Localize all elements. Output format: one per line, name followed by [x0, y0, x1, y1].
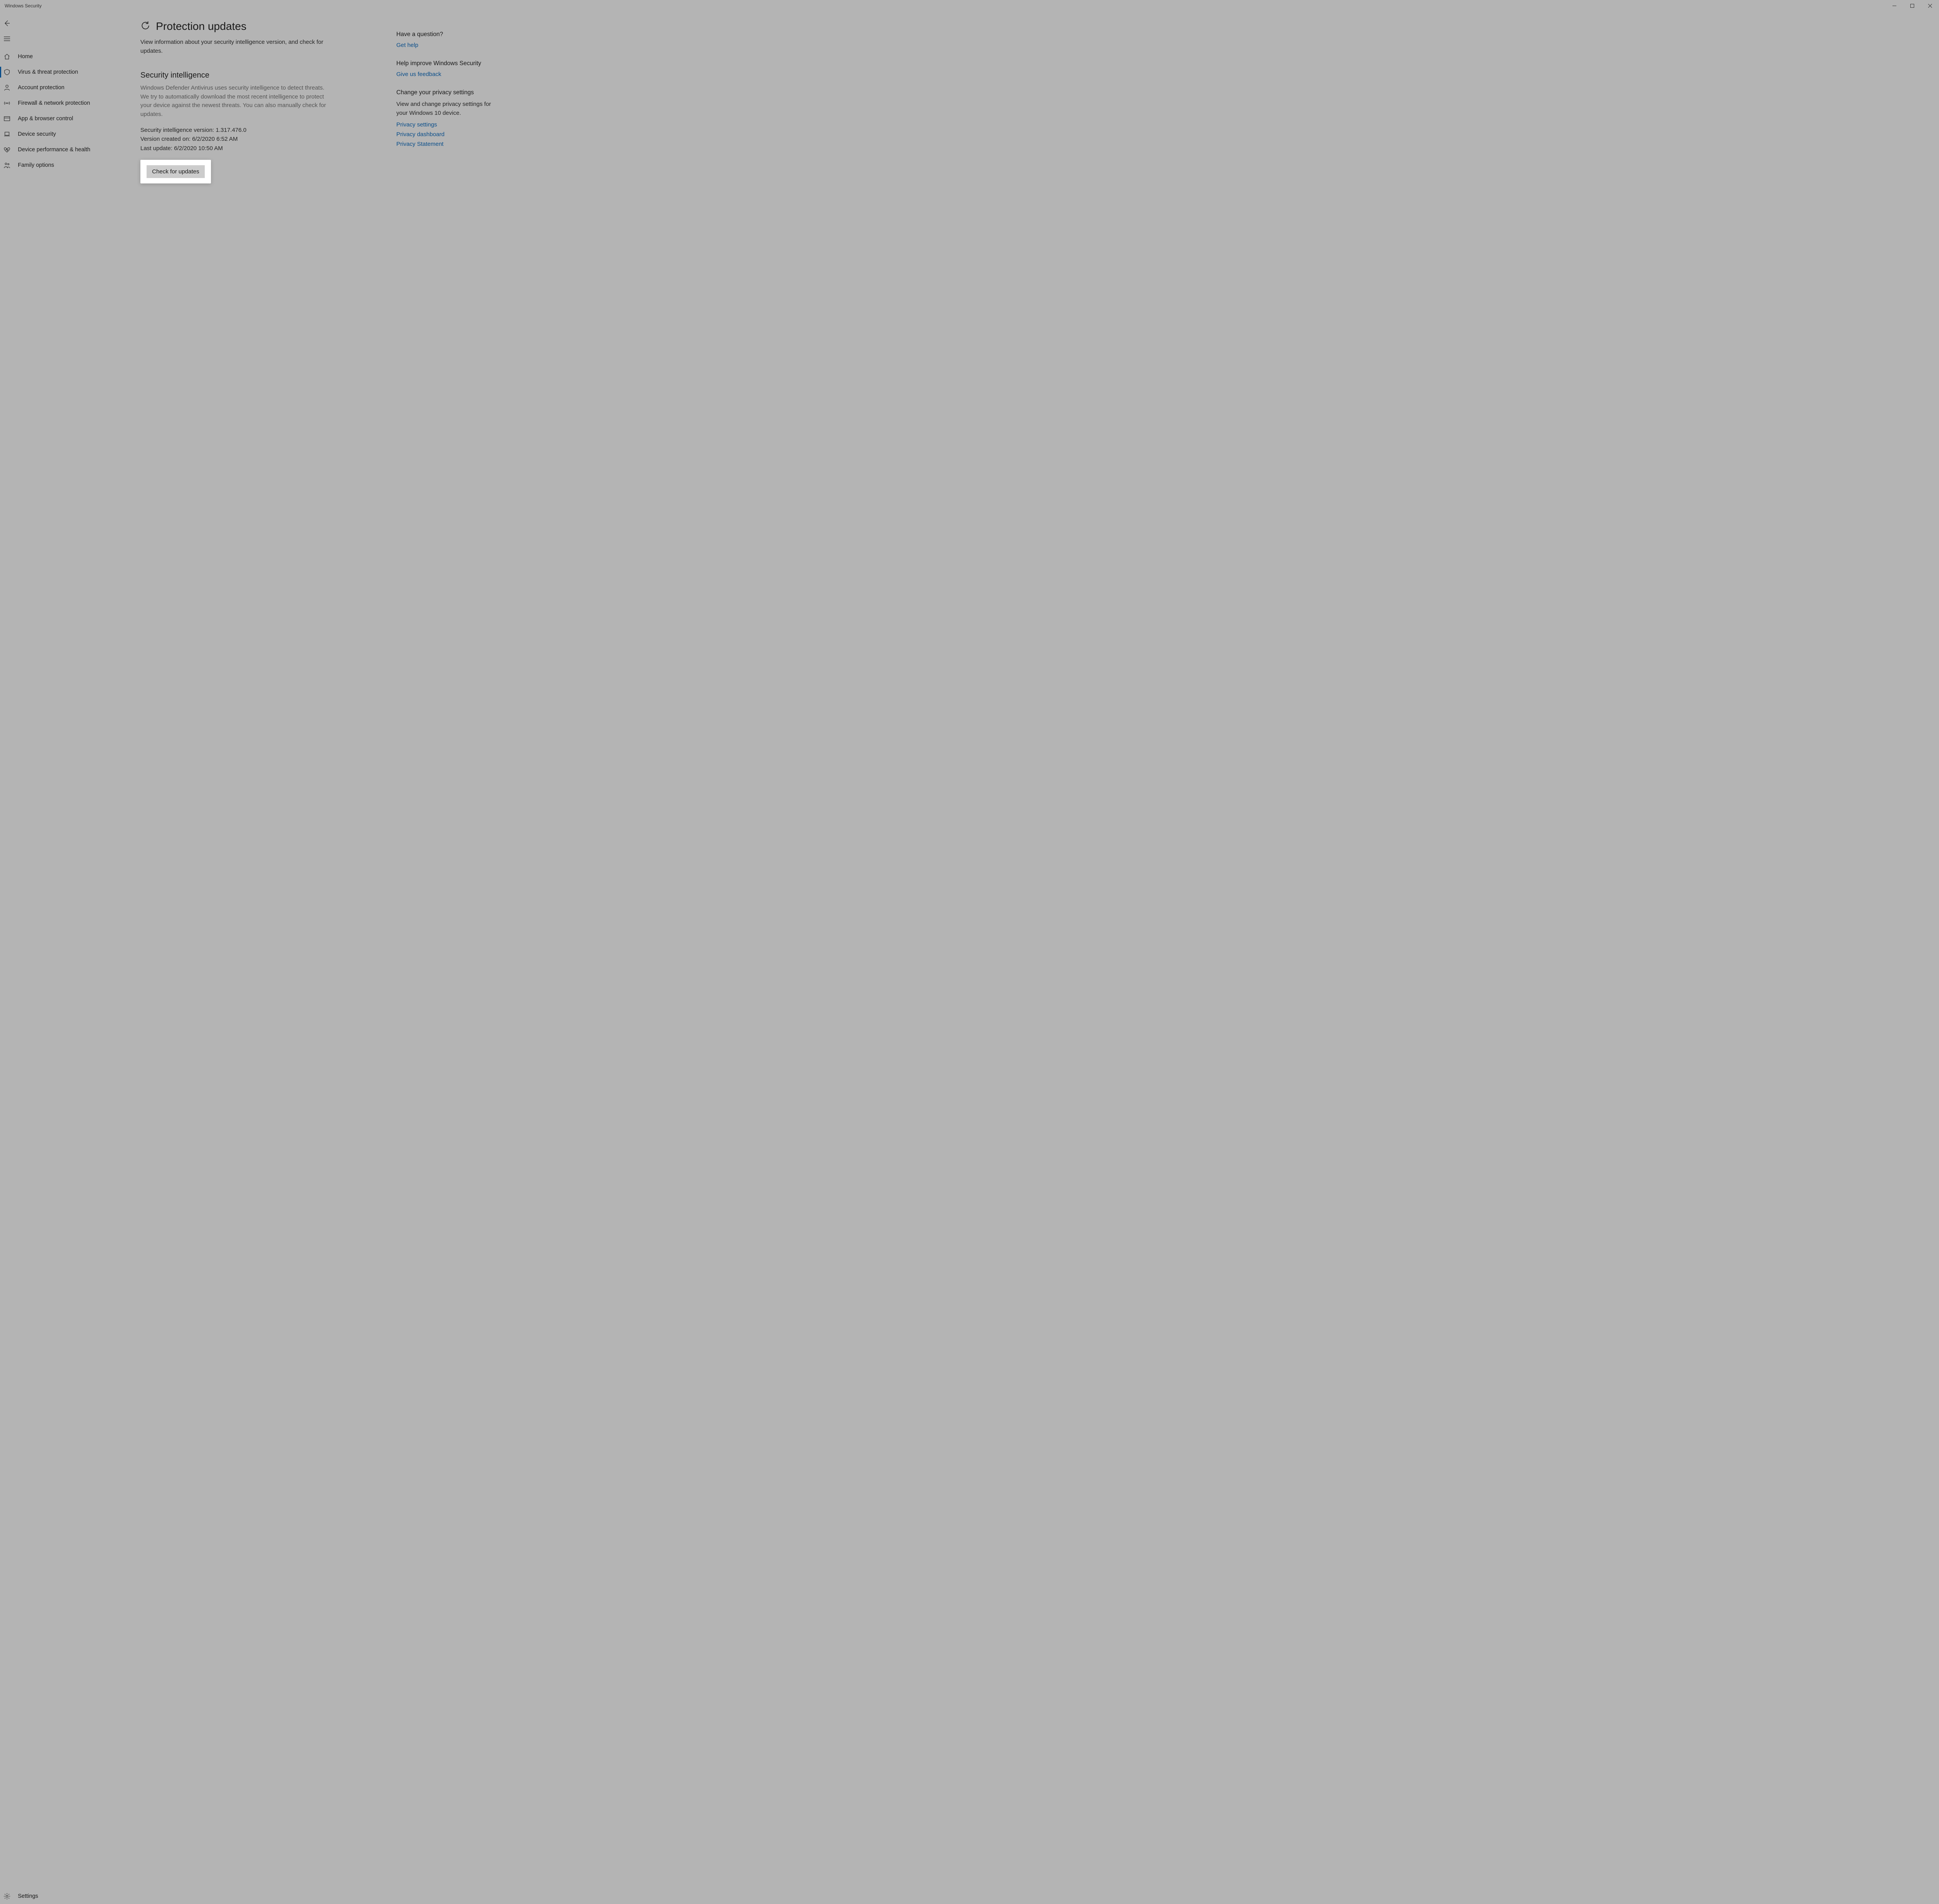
sidebar-item-label: Firewall & network protection: [18, 100, 90, 106]
sidebar-item-account[interactable]: Account protection: [0, 80, 125, 95]
refresh-icon: [140, 21, 150, 33]
minimize-button[interactable]: [1885, 0, 1903, 12]
titlebar: Windows Security: [0, 0, 1939, 12]
aside-privacy-desc: View and change privacy settings for you…: [396, 100, 497, 118]
window-controls: [1885, 0, 1939, 12]
created-line: Version created on: 6/2/2020 6:52 AM: [140, 135, 373, 144]
sidebar-item-app-browser[interactable]: App & browser control: [0, 111, 125, 126]
shield-icon: [3, 68, 11, 76]
hamburger-button[interactable]: [0, 31, 125, 47]
page-subtitle: View information about your security int…: [140, 38, 334, 55]
sidebar-item-settings[interactable]: Settings: [0, 1888, 125, 1904]
sidebar-item-device-security[interactable]: Device security: [0, 126, 125, 142]
sidebar-item-label: Device security: [18, 131, 56, 137]
privacy-dashboard-link[interactable]: Privacy dashboard: [396, 131, 497, 138]
sidebar-item-virus-threat[interactable]: Virus & threat protection: [0, 64, 125, 80]
window-icon: [3, 115, 11, 123]
network-icon: [3, 99, 11, 107]
body-split: Home Virus & threat protection Account p…: [0, 12, 1939, 1904]
sidebar-item-label: Family options: [18, 162, 54, 168]
main-column: Protection updates View information abou…: [140, 20, 373, 1896]
sidebar-item-firewall[interactable]: Firewall & network protection: [0, 95, 125, 111]
aside-privacy: Change your privacy settings View and ch…: [396, 89, 497, 147]
gear-icon: [3, 1892, 11, 1900]
version-info: Security intelligence version: 1.317.476…: [140, 126, 373, 153]
aside-question: Have a question? Get help: [396, 31, 497, 48]
sidebar: Home Virus & threat protection Account p…: [0, 12, 125, 1904]
feedback-link[interactable]: Give us feedback: [396, 71, 497, 78]
section-title: Security intelligence: [140, 71, 373, 80]
sidebar-bottom: Settings: [0, 1888, 125, 1904]
person-icon: [3, 84, 11, 92]
back-button[interactable]: [0, 16, 125, 31]
maximize-button[interactable]: [1903, 0, 1921, 12]
highlighted-button-wrap: Check for updates: [140, 160, 211, 183]
sidebar-item-label: App & browser control: [18, 116, 73, 122]
sidebar-item-label: Account protection: [18, 85, 64, 91]
page-title: Protection updates: [156, 20, 247, 33]
sidebar-item-home[interactable]: Home: [0, 49, 125, 64]
laptop-icon: [3, 130, 11, 138]
sidebar-item-label: Virus & threat protection: [18, 69, 78, 75]
aside-privacy-title: Change your privacy settings: [396, 89, 497, 96]
update-line: Last update: 6/2/2020 10:50 AM: [140, 144, 373, 153]
section-description: Windows Defender Antivirus uses security…: [140, 84, 334, 119]
sidebar-item-label: Device performance & health: [18, 147, 90, 153]
sidebar-item-label: Home: [18, 54, 33, 60]
sidebar-item-family[interactable]: Family options: [0, 157, 125, 173]
sidebar-item-device-performance[interactable]: Device performance & health: [0, 142, 125, 157]
privacy-statement-link[interactable]: Privacy Statement: [396, 141, 497, 147]
aside-question-title: Have a question?: [396, 31, 497, 38]
aside-column: Have a question? Get help Help improve W…: [396, 31, 497, 1896]
version-line: Security intelligence version: 1.317.476…: [140, 126, 373, 135]
privacy-settings-link[interactable]: Privacy settings: [396, 121, 497, 128]
home-icon: [3, 53, 11, 61]
close-button[interactable]: [1921, 0, 1939, 12]
aside-improve-title: Help improve Windows Security: [396, 60, 497, 67]
heart-icon: [3, 146, 11, 154]
aside-improve: Help improve Windows Security Give us fe…: [396, 60, 497, 78]
family-icon: [3, 161, 11, 169]
get-help-link[interactable]: Get help: [396, 42, 497, 48]
nav-items: Home Virus & threat protection Account p…: [0, 49, 125, 1904]
window-title: Windows Security: [0, 3, 41, 9]
page-title-row: Protection updates: [140, 20, 373, 33]
app-window: Windows Security: [0, 0, 1939, 1904]
check-updates-button[interactable]: Check for updates: [147, 165, 205, 178]
sidebar-item-label: Settings: [18, 1893, 38, 1899]
content: Protection updates View information abou…: [125, 12, 1939, 1904]
